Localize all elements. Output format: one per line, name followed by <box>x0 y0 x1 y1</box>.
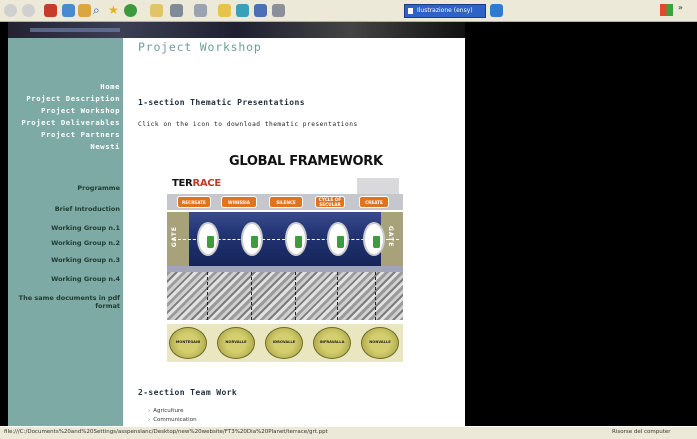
discuss-icon[interactable] <box>254 4 267 17</box>
diagram-person-oval[interactable] <box>285 222 307 256</box>
diagram-dashed-column <box>207 272 208 320</box>
folder-icon[interactable] <box>218 4 231 17</box>
status-url: file:///C:/Documents%20and%20Settings/as… <box>4 429 328 435</box>
banner-highlight <box>30 28 120 32</box>
sidebar-link-working-group-4[interactable]: Working Group n.4 <box>51 275 120 283</box>
main-content: Project Workshop 1-section Thematic Pres… <box>123 38 465 426</box>
diagram-button-silence[interactable]: SILENCE <box>269 196 303 208</box>
diagram-circle-infravalla[interactable]: INFRAVALLA <box>313 327 351 359</box>
diagram-button-cycle[interactable]: CYCLE OF SECULAR <box>315 196 345 208</box>
gate-right-label: GATE <box>387 226 394 248</box>
diagram-button-winissia[interactable]: WINISSIA <box>221 196 257 208</box>
sidebar-link-programme[interactable]: Programme <box>77 184 120 192</box>
print-icon[interactable] <box>170 4 183 17</box>
windows-logo-icon <box>660 4 673 16</box>
go-icon[interactable] <box>490 4 503 17</box>
bullet-icon: › <box>148 408 151 414</box>
diagram-title: GLOBAL FRAMEWORK <box>229 154 383 169</box>
page-title: Project Workshop <box>138 40 262 54</box>
favorites-icon[interactable]: ★ <box>108 2 119 18</box>
diagram-dashed-column <box>337 272 338 320</box>
sidebar-link-working-group-1[interactable]: Working Group n.1 <box>51 224 120 232</box>
circle-label: IDROVALLE <box>272 340 296 344</box>
team-item-label: Agriculture <box>153 408 184 414</box>
research-icon[interactable] <box>272 4 285 17</box>
sidebar-link-project-workshop[interactable]: Project Workshop <box>41 106 120 115</box>
status-zone: Risorse del computer <box>612 429 671 435</box>
diagram-person-oval[interactable] <box>241 222 263 256</box>
sidebar-link-working-group-2[interactable]: Working Group n.2 <box>51 239 120 247</box>
browser-window: ⌕ ★ Ilustrazione (ensy) » Home Project D… <box>0 0 697 439</box>
messenger-icon[interactable] <box>236 4 249 17</box>
section2-heading: 2-section Team Work <box>138 388 238 397</box>
diagram-dashed-column <box>295 272 296 320</box>
stop-icon[interactable] <box>44 4 57 17</box>
sidebar-link-pdf-documents[interactable]: The same documents in pdf format <box>12 294 120 310</box>
diagram-person-oval[interactable] <box>197 222 219 256</box>
section1-heading: 1-section Thematic Presentations <box>138 98 305 107</box>
diagram-terrace-label-part2: RACE <box>192 178 221 189</box>
diagram-circle-montegani[interactable]: MONTEGANI <box>169 327 207 359</box>
diagram-circle-nonvalle[interactable]: NONVALLE <box>361 327 399 359</box>
diagram-circle-norvalle[interactable]: NORVALLE <box>217 327 255 359</box>
diagram-texture-strip <box>167 272 403 320</box>
back-icon[interactable] <box>4 4 17 17</box>
status-bar: file:///C:/Documents%20and%20Settings/as… <box>0 426 697 439</box>
sidebar-link-project-description[interactable]: Project Description <box>26 94 120 103</box>
diagram-circle-idrovalle[interactable]: IDROVALLE <box>265 327 303 359</box>
refresh-icon[interactable] <box>62 4 75 17</box>
sidebar-link-news[interactable]: Newsti <box>90 142 120 151</box>
gate-left-label: GATE <box>171 226 178 248</box>
sidebar-link-project-deliverables[interactable]: Project Deliverables <box>21 118 120 127</box>
circle-label: NONVALLE <box>369 340 391 344</box>
history-icon[interactable] <box>124 4 137 17</box>
diagram-dashed-column <box>251 272 252 320</box>
sidebar-link-brief-introduction[interactable]: Brief Introduction <box>55 205 120 213</box>
chevron-icon[interactable]: » <box>678 3 683 12</box>
person-icon <box>373 236 380 248</box>
person-icon <box>207 236 214 248</box>
team-item-label: Communication <box>153 417 197 423</box>
sidebar-link-home[interactable]: Home <box>100 82 120 91</box>
diagram-person-oval[interactable] <box>327 222 349 256</box>
team-item-communication[interactable]: › Communication <box>148 417 197 423</box>
edit-icon[interactable] <box>194 4 207 17</box>
home-icon[interactable] <box>78 4 91 17</box>
circle-label: INFRAVALLA <box>319 340 345 344</box>
person-icon <box>337 236 344 248</box>
diagram-button-create[interactable]: CREATE <box>359 196 389 208</box>
diagram-terrace-label-part1: TER <box>172 178 193 189</box>
person-icon <box>295 236 302 248</box>
toolbar-dropdown-text: Ilustrazione (ensy) <box>417 7 473 14</box>
diagram-button-recreate[interactable]: RECREATE <box>177 196 211 208</box>
mail-icon[interactable] <box>150 4 163 17</box>
circle-label: MONTEGANI <box>175 340 201 344</box>
bullet-icon: › <box>148 417 151 423</box>
forward-icon[interactable] <box>22 4 35 17</box>
person-icon <box>251 236 258 248</box>
browser-toolbar: ⌕ ★ Ilustrazione (ensy) » <box>0 0 697 22</box>
diagram-dashed-column <box>375 272 376 320</box>
diagram-person-oval[interactable] <box>363 222 385 256</box>
sidebar-link-working-group-3[interactable]: Working Group n.3 <box>51 256 120 264</box>
search-icon[interactable]: ⌕ <box>93 2 100 18</box>
sidebar: Home Project Description Project Worksho… <box>8 38 123 426</box>
circle-label: NORVALLE <box>225 340 247 344</box>
sidebar-link-project-partners[interactable]: Project Partners <box>41 130 120 139</box>
dropdown-page-icon <box>408 8 413 14</box>
section1-subtext: Click on the icon to download thematic p… <box>138 121 358 128</box>
team-item-agriculture[interactable]: › Agriculture <box>148 408 183 414</box>
global-framework-diagram[interactable]: GLOBAL FRAMEWORK TERRACE RECREATE WINISS… <box>167 152 415 362</box>
diagram-terrace-label: TERRACE <box>172 178 221 189</box>
toolbar-dropdown[interactable]: Ilustrazione (ensy) <box>404 4 486 18</box>
